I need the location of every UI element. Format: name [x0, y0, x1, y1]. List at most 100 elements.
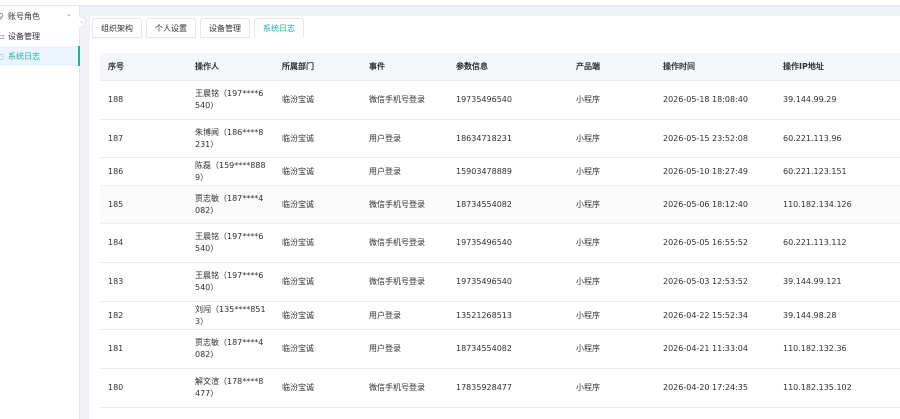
cell-event: 用户登录 [369, 133, 401, 143]
cell-product: 小程序 [576, 238, 600, 247]
cell-time: 2026-05-03 12:53:52 [663, 277, 748, 286]
cell-param: 19735496540 [456, 238, 512, 247]
cell-id: 187 [108, 133, 124, 143]
cell-product: 小程序 [576, 166, 600, 176]
header-time[interactable]: 操作时间 [655, 61, 775, 73]
cell-event: 微信手机号登录 [369, 277, 425, 286]
table-row[interactable]: 182 刘闯（135****8513） 临汾宝诚 用户登录 1352126851… [100, 302, 900, 330]
cell-operator: 贾志敏（187****4082） [195, 193, 264, 215]
cell-time: 2026-05-06 18:12:40 [663, 199, 748, 209]
cell-ip: 110.182.135.102 [783, 383, 852, 392]
header-param[interactable]: 参数信息 [448, 61, 568, 73]
header-operator[interactable]: 操作人 [187, 61, 274, 73]
sidebar-item-system-log[interactable]: ◌ 系统日志 [0, 46, 80, 66]
table-row[interactable]: 184 王晨铭（197****6540） 临汾宝诚 微信手机号登录 197354… [100, 224, 900, 263]
table-row[interactable]: 185 贾志敏（187****4082） 临汾宝诚 微信手机号登录 187345… [100, 186, 900, 224]
cell-param: 15903478889 [456, 166, 512, 176]
cell-department: 临汾宝诚 [282, 166, 314, 176]
cell-department: 临汾宝诚 [282, 133, 314, 143]
cell-product: 小程序 [576, 344, 600, 353]
cell-product: 小程序 [576, 383, 600, 392]
cell-department: 临汾宝诚 [282, 383, 314, 392]
cell-event: 微信手机号登录 [369, 199, 425, 209]
cell-ip: 60.221.123.151 [783, 166, 847, 176]
sidebar-collapse-button[interactable]: ‹ [79, 16, 86, 28]
cell-time: 2026-04-22 15:52:34 [663, 310, 748, 320]
table-row[interactable]: 186 陈磊（159****8889） 临汾宝诚 用户登录 1590347888… [100, 158, 900, 186]
tab-bar: 组织架构 个人设置 设备管理 系统日志 [92, 18, 308, 38]
cell-id: 188 [108, 95, 124, 104]
cell-time: 2026-04-21 11:33:04 [663, 344, 748, 353]
cell-event: 微信手机号登录 [369, 238, 425, 247]
table-row[interactable]: 187 朱博闻（186****8231） 临汾宝诚 用户登录 186347182… [100, 120, 900, 158]
table-row[interactable]: 181 贾志敏（187****4082） 临汾宝诚 用户登录 187345540… [100, 330, 900, 369]
cell-time: 2026-05-05 16:55:52 [663, 238, 748, 247]
cell-operator: 陈磊（159****8889） [195, 160, 266, 182]
table-header: 序号 操作人 所属部门 事件 参数信息 产品端 操作时间 操作IP地址 [100, 53, 900, 81]
cell-time: 2026-04-20 17:24:35 [663, 383, 748, 392]
cell-id: 180 [108, 383, 124, 392]
chevron-down-icon[interactable]: ⌄ [66, 10, 72, 18]
cell-ip: 60.221.113.112 [783, 238, 847, 247]
cell-ip: 60.221.113.96 [783, 133, 842, 143]
table-row[interactable]: 183 王晨铭（197****6540） 临汾宝诚 微信手机号登录 197354… [100, 263, 900, 302]
cell-event: 用户登录 [369, 344, 401, 353]
cell-ip: 110.182.132.36 [783, 344, 847, 353]
header-department[interactable]: 所属部门 [274, 61, 361, 73]
cell-time: 2026-05-10 18:27:49 [663, 166, 748, 176]
table-row[interactable]: 188 王晨铭（197****6540） 临汾宝诚 微信手机号登录 197354… [100, 81, 900, 120]
cell-ip: 110.182.134.126 [783, 199, 852, 209]
cell-param: 13521268513 [456, 310, 512, 320]
cell-product: 小程序 [576, 133, 600, 143]
cell-product: 小程序 [576, 277, 600, 286]
cell-id: 185 [108, 199, 124, 209]
cell-event: 用户登录 [369, 166, 401, 176]
sidebar-item-account-roles[interactable]: ⚲ 账号角色 ⌄ [0, 6, 80, 26]
cell-param: 18734554082 [456, 344, 512, 353]
cell-param: 18634718231 [456, 133, 512, 143]
cell-time: 2026-05-18 18:08:40 [663, 95, 748, 104]
user-role-icon: ⚲ [0, 11, 4, 21]
header-event[interactable]: 事件 [361, 61, 448, 73]
cell-operator: 王晨铭（197****6540） [195, 271, 264, 292]
cell-id: 181 [108, 344, 124, 353]
cell-ip: 39.144.98.28 [783, 310, 837, 320]
cell-department: 临汾宝诚 [282, 310, 314, 320]
cell-operator: 王晨铭（197****6540） [195, 232, 264, 253]
cell-department: 临汾宝诚 [282, 277, 314, 286]
header-product[interactable]: 产品端 [568, 61, 655, 73]
tab-personal-settings[interactable]: 个人设置 [146, 18, 196, 38]
cell-event: 微信手机号登录 [369, 383, 425, 392]
cell-event: 用户登录 [369, 310, 401, 320]
cell-product: 小程序 [576, 199, 600, 209]
cell-param: 19735496540 [456, 277, 512, 286]
cell-operator: 贾志敏（187****4082） [195, 338, 264, 359]
cell-param: 18734554082 [456, 199, 512, 209]
cell-department: 临汾宝诚 [282, 344, 314, 353]
cell-department: 临汾宝诚 [282, 95, 314, 104]
sidebar-item-label: 设备管理 [8, 31, 40, 41]
sidebar-item-label: 账号角色 [8, 11, 40, 21]
header-id[interactable]: 序号 [100, 61, 187, 73]
cell-id: 184 [108, 238, 124, 247]
cell-product: 小程序 [576, 95, 600, 104]
cell-id: 186 [108, 166, 124, 176]
cell-id: 182 [108, 310, 124, 320]
table-row[interactable]: 180 解文渲（178****8477） 临汾宝诚 微信手机号登录 178359… [100, 369, 900, 408]
cell-department: 临汾宝诚 [282, 199, 314, 209]
cell-param: 17835928477 [456, 383, 512, 392]
sidebar: ⚲ 账号角色 ⌄ ▭ 设备管理 ◌ 系统日志 [0, 6, 80, 419]
cell-operator: 朱博闻（186****8231） [195, 127, 264, 149]
tab-org-structure[interactable]: 组织架构 [92, 18, 142, 38]
cell-product: 小程序 [576, 310, 600, 320]
header-ip[interactable]: 操作IP地址 [775, 61, 900, 73]
cell-param: 19735496540 [456, 95, 512, 104]
cell-operator: 刘闯（135****8513） [195, 304, 266, 326]
cell-id: 183 [108, 277, 124, 286]
cell-operator: 王晨铭（197****6540） [195, 89, 264, 110]
system-log-table: 序号 操作人 所属部门 事件 参数信息 产品端 操作时间 操作IP地址 188 … [100, 53, 900, 408]
tab-system-log[interactable]: 系统日志 [254, 18, 304, 38]
sidebar-item-device-management[interactable]: ▭ 设备管理 [0, 26, 80, 46]
tab-device-management[interactable]: 设备管理 [200, 18, 250, 38]
cell-operator: 解文渲（178****8477） [195, 377, 264, 398]
